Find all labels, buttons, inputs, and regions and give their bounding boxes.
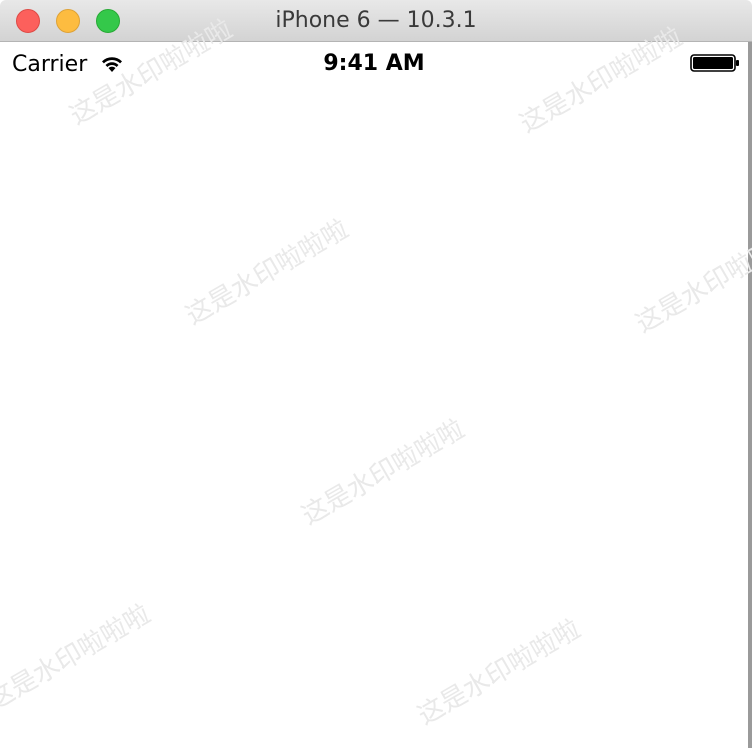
window-title: iPhone 6 — 10.3.1 bbox=[275, 8, 477, 33]
simulator-window: iPhone 6 — 10.3.1 Carrier 9:41 AM 这是水印啦啦… bbox=[0, 0, 752, 748]
window-titlebar[interactable]: iPhone 6 — 10.3.1 bbox=[0, 0, 752, 42]
battery-icon bbox=[690, 54, 739, 72]
ios-status-bar: Carrier 9:41 AM bbox=[0, 43, 748, 83]
app-content[interactable] bbox=[0, 83, 748, 748]
status-time: 9:41 AM bbox=[323, 51, 425, 76]
window-edge bbox=[748, 42, 752, 748]
